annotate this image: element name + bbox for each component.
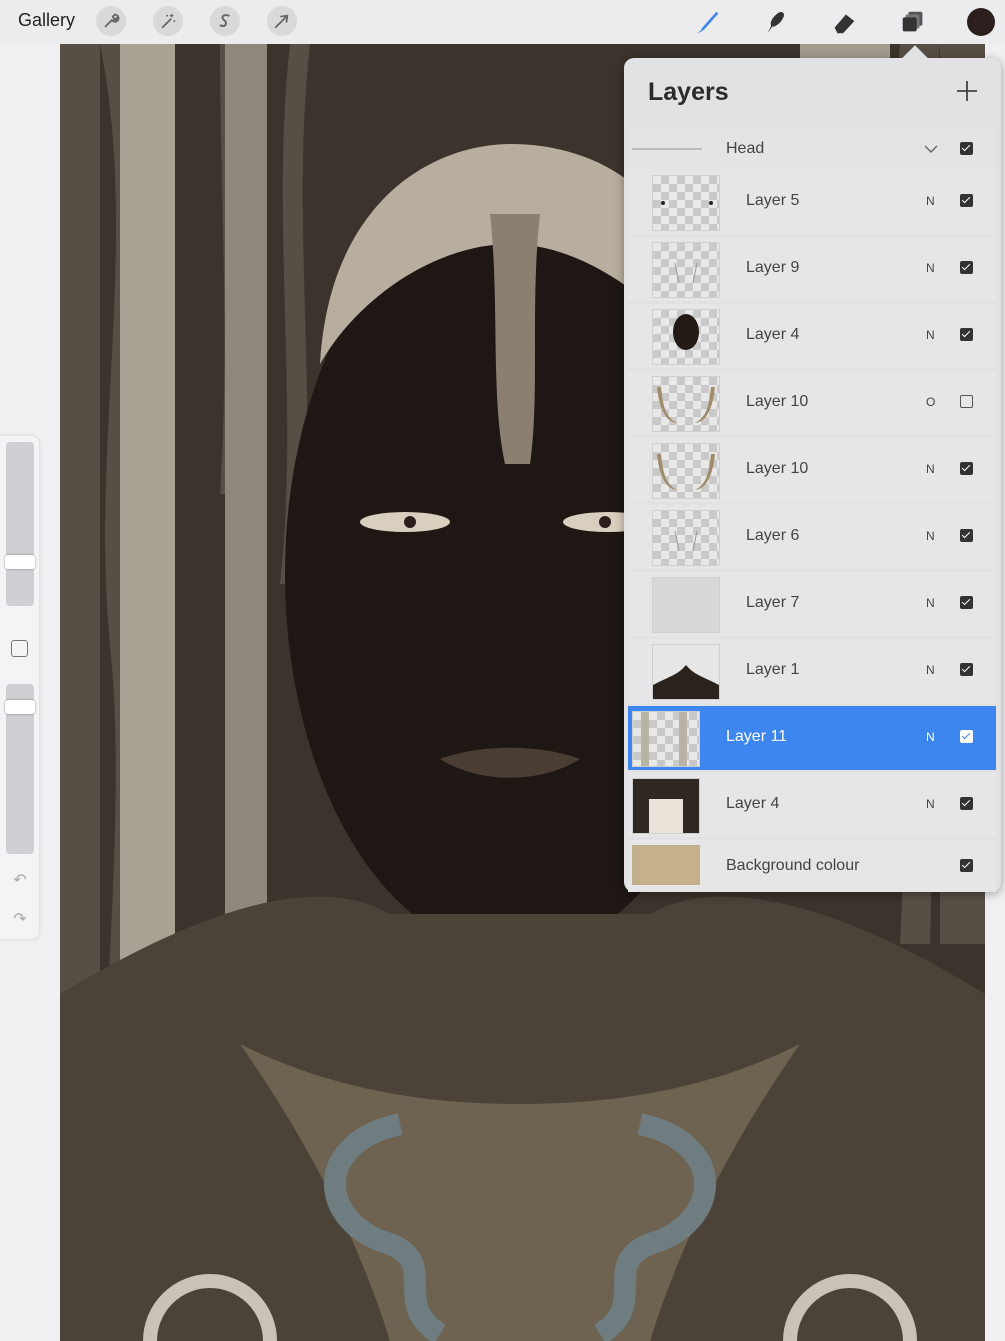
selection-s-icon[interactable] xyxy=(210,6,240,36)
layer-visibility-checkbox[interactable] xyxy=(960,596,973,609)
layer-visibility-checkbox[interactable] xyxy=(960,328,973,341)
group-visibility-checkbox[interactable] xyxy=(960,142,973,155)
blend-mode-button[interactable]: N xyxy=(926,797,935,811)
layer-name: Layer 6 xyxy=(746,527,800,544)
layer-visibility-checkbox[interactable] xyxy=(960,194,973,207)
layer-visibility-checkbox[interactable] xyxy=(960,261,973,274)
layer-visibility-checkbox[interactable] xyxy=(960,395,973,408)
color-swatch[interactable] xyxy=(967,8,995,36)
background-colour-swatch[interactable] xyxy=(632,845,700,885)
layer-row[interactable]: Layer 10 O xyxy=(628,371,996,435)
layer-name: Layer 10 xyxy=(746,460,809,477)
add-layer-icon[interactable] xyxy=(954,78,980,104)
layer-row[interactable]: Layer 11 N xyxy=(628,706,996,770)
layer-row[interactable]: Layer 4 N xyxy=(628,773,996,837)
blend-mode-button[interactable]: N xyxy=(926,194,935,208)
smudge-icon[interactable] xyxy=(759,6,791,38)
layer-name: Layer 7 xyxy=(746,594,800,611)
brush-size-handle[interactable] xyxy=(5,555,35,569)
layer-name: Layer 4 xyxy=(726,795,780,812)
side-controls: ↶ ↷ xyxy=(0,436,39,939)
layer-visibility-checkbox[interactable] xyxy=(960,797,973,810)
layer-thumbnail[interactable] xyxy=(652,376,720,432)
redo-icon[interactable]: ↷ xyxy=(10,909,30,929)
background-colour-row[interactable]: Background colour xyxy=(628,840,996,892)
layer-thumbnail[interactable] xyxy=(652,510,720,566)
layer-thumbnail[interactable] xyxy=(632,778,700,834)
opacity-handle[interactable] xyxy=(5,700,35,714)
chevron-down-icon[interactable] xyxy=(924,142,938,156)
blend-mode-button[interactable]: N xyxy=(926,529,935,543)
blend-mode-button[interactable]: N xyxy=(926,663,935,677)
background-colour-label: Background colour xyxy=(726,857,860,874)
layers-panel-title: Layers xyxy=(648,78,729,106)
layer-group-head[interactable]: Head xyxy=(628,128,996,170)
arrow-transform-icon[interactable] xyxy=(267,6,297,36)
opacity-slider[interactable] xyxy=(5,684,35,854)
blend-mode-button[interactable]: N xyxy=(926,328,935,342)
layer-thumbnail[interactable] xyxy=(652,175,720,231)
layer-name: Layer 11 xyxy=(726,728,788,745)
blend-mode-button[interactable]: N xyxy=(926,462,935,476)
brush-icon[interactable] xyxy=(691,6,723,38)
layer-row[interactable]: Layer 4 N xyxy=(628,304,996,368)
layer-thumbnail[interactable] xyxy=(652,443,720,499)
layer-name: Layer 4 xyxy=(746,326,800,343)
modify-button[interactable] xyxy=(11,640,28,657)
group-name: Head xyxy=(726,140,765,157)
blend-mode-button[interactable]: N xyxy=(926,261,935,275)
layer-thumbnail[interactable] xyxy=(652,242,720,298)
layer-row[interactable]: Layer 9 N xyxy=(628,237,996,301)
gallery-button[interactable]: Gallery xyxy=(18,10,75,31)
layer-visibility-checkbox[interactable] xyxy=(960,462,973,475)
layer-row[interactable]: Layer 5 N xyxy=(628,170,996,234)
layer-name: Layer 1 xyxy=(746,661,800,678)
blend-mode-button[interactable]: N xyxy=(926,730,935,744)
layer-thumbnail[interactable] xyxy=(652,644,720,700)
undo-icon[interactable]: ↶ xyxy=(10,870,30,890)
layer-visibility-checkbox[interactable] xyxy=(960,730,973,743)
blend-mode-button[interactable]: N xyxy=(926,596,935,610)
layer-thumbnail[interactable] xyxy=(652,577,720,633)
magic-wand-icon[interactable] xyxy=(153,6,183,36)
layers-icon[interactable] xyxy=(897,6,929,38)
eraser-icon[interactable] xyxy=(828,6,860,38)
brush-size-slider[interactable] xyxy=(5,442,35,606)
layer-name: Layer 5 xyxy=(746,192,800,209)
layer-visibility-checkbox[interactable] xyxy=(960,663,973,676)
layer-thumbnail[interactable] xyxy=(652,309,720,365)
layer-row[interactable]: Layer 1 N xyxy=(628,639,996,703)
top-toolbar: Gallery xyxy=(0,0,1005,44)
layer-row[interactable]: Layer 7 N xyxy=(628,572,996,636)
layer-name: Layer 10 xyxy=(746,393,809,410)
blend-mode-button[interactable]: O xyxy=(926,395,935,409)
background-visibility-checkbox[interactable] xyxy=(960,859,973,872)
wrench-icon[interactable] xyxy=(96,6,126,36)
layer-row[interactable]: Layer 6 N xyxy=(628,505,996,569)
layer-visibility-checkbox[interactable] xyxy=(960,529,973,542)
layers-panel: Layers Head Layer 5 N Layer 9 N Layer 4 N Laye… xyxy=(624,58,1001,892)
group-thumbnail xyxy=(632,148,702,150)
layer-thumbnail[interactable] xyxy=(632,711,700,767)
layer-row[interactable]: Layer 10 N xyxy=(628,438,996,502)
layer-name: Layer 9 xyxy=(746,259,800,276)
